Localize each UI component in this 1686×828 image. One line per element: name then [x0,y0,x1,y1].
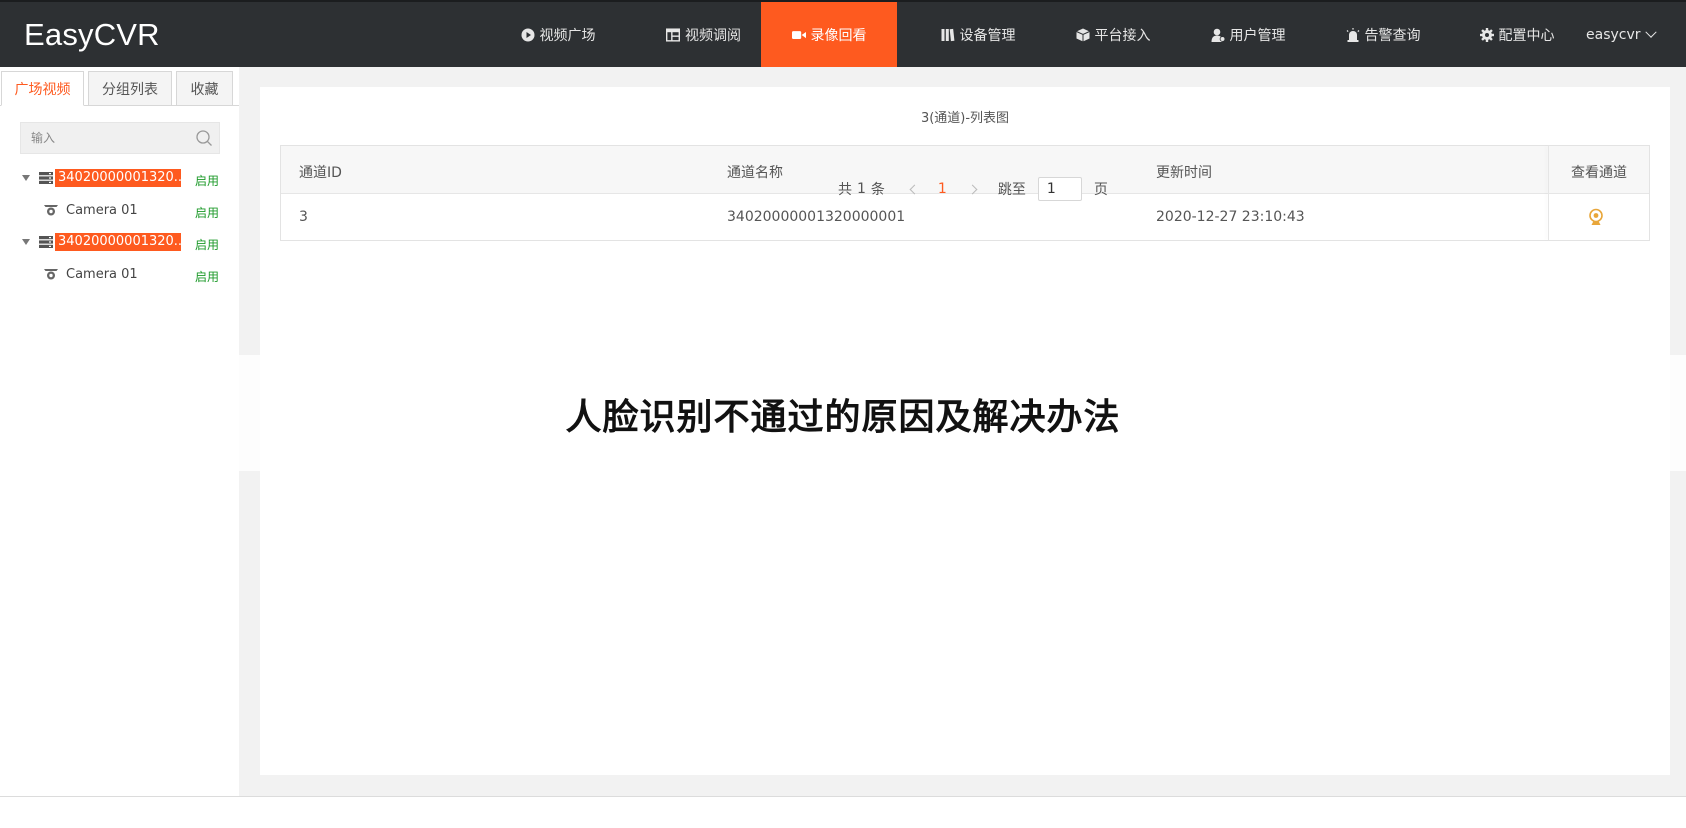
device-label[interactable]: 34020000001320... [55,169,181,187]
camera-icon [44,204,58,216]
cell-update-time: 2020-12-27 23:10:43 [1156,209,1305,225]
expand-caret-icon[interactable] [22,239,30,245]
prev-page-icon[interactable] [909,184,920,194]
user-menu[interactable]: easycvr [1586,2,1657,67]
grid-layout-icon [666,27,680,42]
video-camera-icon [791,28,806,42]
column-header-update-time: 更新时间 [1156,165,1212,181]
cell-channel-name: 34020000001320000001 [727,209,906,225]
search-box [20,122,220,154]
camera-icon [44,268,58,280]
tab-favorites[interactable]: 收藏 [176,71,233,106]
gear-icon [1479,27,1494,42]
cube-icon [1075,28,1090,42]
play-circle-icon [521,28,535,42]
tree-camera-node[interactable]: Camera 01 [44,200,138,220]
panel-title: 3(通道)-列表图 [920,111,1010,126]
jump-page-input[interactable] [1037,177,1082,201]
alarm-light-icon [1346,27,1360,42]
user-icon [1211,28,1225,42]
pagination-total-suffix: 条 [870,182,885,198]
tree-device-node[interactable]: 34020000001320... [22,168,181,188]
camera-label[interactable]: Camera 01 [66,203,138,218]
nav-user-management[interactable]: 用户管理 [1193,2,1303,67]
chevron-down-icon [1644,26,1657,38]
fixed-column-divider [1548,146,1549,240]
pagination-total-count: 1 [857,181,866,197]
nav-video-review[interactable]: 视频调阅 [645,2,762,67]
status-badge: 启用 [195,270,220,284]
status-badge: 启用 [195,206,220,220]
tab-group-list[interactable]: 分组列表 [88,71,172,106]
jump-label: 跳至 [997,182,1026,198]
top-navigation-bar: EasyCVR 视频广场 视频调阅 录像回看 设备管理 平台接入 用户管理 告警… [0,0,1686,67]
nav-video-square[interactable]: 视频广场 [505,2,611,67]
tab-label: 收藏 [190,81,219,98]
server-icon [39,172,53,184]
column-header-channel-name: 通道名称 [727,165,783,181]
status-badge: 启用 [195,174,220,188]
cell-channel-id: 3 [299,209,308,225]
server-icon [39,236,53,248]
tab-label: 广场视频 [14,81,71,98]
pagination: 共 1 条 1 跳至 页 [838,177,1108,201]
current-page[interactable]: 1 [938,181,947,197]
expand-caret-icon[interactable] [22,175,30,181]
nav-platform-access[interactable]: 平台接入 [1058,2,1168,67]
camera-label[interactable]: Camera 01 [66,267,138,282]
column-header-view-channel: 查看通道 [1571,165,1627,181]
nav-label: 平台接入 [1094,27,1151,44]
tab-label: 分组列表 [102,81,158,98]
nav-label: 告警查询 [1364,27,1421,44]
nav-device-management[interactable]: 设备管理 [923,2,1033,67]
nav-alarm-query[interactable]: 告警查询 [1328,2,1438,67]
nav-recording-playback[interactable]: 录像回看 [761,2,897,67]
sidebar-tabs: 广场视频 分组列表 收藏 [0,71,239,106]
nav-config-center[interactable]: 配置中心 [1462,2,1572,67]
webcam-icon[interactable] [1587,208,1605,226]
nav-label: 录像回看 [810,27,867,44]
nav-label: 视频广场 [539,27,596,44]
page-suffix: 页 [1093,182,1108,198]
search-input[interactable] [21,123,191,153]
books-icon [941,28,955,42]
app-logo[interactable]: EasyCVR [24,17,160,53]
nav-label: 用户管理 [1229,27,1286,44]
nav-label: 视频调阅 [685,27,741,44]
tree-camera-node[interactable]: Camera 01 [44,264,138,284]
overlay-caption: 人脸识别不通过的原因及解决办法 [565,397,1121,438]
tab-square-video[interactable]: 广场视频 [1,71,84,106]
pagination-total-prefix: 共 [838,182,852,198]
tree-device-node[interactable]: 34020000001320... [22,232,181,252]
column-header-channel-id: 通道ID [299,165,342,181]
nav-label: 设备管理 [959,27,1016,44]
search-icon[interactable] [195,129,213,147]
next-page-icon[interactable] [967,184,978,194]
status-badge: 启用 [195,238,220,252]
footer-divider [0,796,1686,797]
username: easycvr [1586,26,1641,43]
nav-label: 配置中心 [1498,27,1555,44]
device-label[interactable]: 34020000001320... [55,233,181,251]
